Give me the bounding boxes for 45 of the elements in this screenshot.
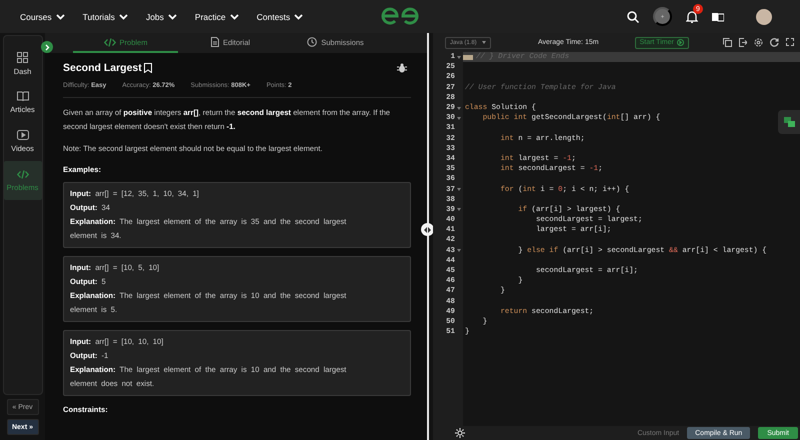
chevron-down-icon [294, 14, 304, 20]
grid-icon [17, 52, 28, 62]
bug-icon[interactable] [397, 63, 407, 73]
translate-icon[interactable] [712, 12, 724, 22]
fold-arrow-icon[interactable] [457, 249, 461, 252]
nav-menu-item[interactable]: Jobs [146, 12, 177, 22]
double-arrow-icon [424, 226, 431, 232]
settings-icon[interactable] [754, 38, 763, 47]
chat-icon [784, 117, 794, 127]
nav-menu-item[interactable]: Courses [20, 12, 65, 22]
expand-icon[interactable] [786, 38, 794, 46]
chevron-right-icon [44, 44, 50, 50]
bell-icon[interactable] [686, 10, 698, 23]
problem-title: Second Largest [63, 62, 142, 74]
chevron-down-icon [56, 14, 65, 20]
exit-icon[interactable] [739, 38, 747, 47]
sun-icon[interactable] [455, 428, 465, 438]
code-icon [16, 170, 28, 178]
book-icon [16, 91, 28, 101]
copy-icon[interactable] [723, 38, 732, 47]
play-icon [676, 39, 684, 46]
avatar-placeholder[interactable] [756, 8, 772, 24]
chevron-down-icon [168, 14, 177, 20]
fold-arrow-icon[interactable] [457, 208, 461, 212]
refresh-icon[interactable] [770, 38, 779, 47]
chevron-down-icon [230, 14, 239, 20]
fold-arrow-icon[interactable] [457, 106, 461, 110]
nav-menu-item[interactable]: Tutorials [82, 12, 128, 22]
code-icon [104, 38, 116, 46]
video-icon [16, 130, 28, 140]
bookmark-icon[interactable] [144, 63, 152, 73]
clock-icon [307, 37, 318, 47]
fold-arrow-icon[interactable] [457, 188, 461, 192]
fold-arrow-icon[interactable] [457, 56, 461, 59]
search-icon[interactable] [627, 10, 639, 22]
logo-icon[interactable] [381, 7, 419, 25]
fold-arrow-icon[interactable] [457, 116, 461, 120]
theme-toggle-button[interactable] [653, 7, 672, 26]
nav-menu-item[interactable]: Contests [256, 12, 304, 22]
document-icon [210, 37, 219, 47]
nav-menu-item[interactable]: Practice [194, 12, 239, 22]
chat-button[interactable] [778, 110, 800, 134]
chevron-down-icon [118, 14, 128, 20]
caret-icon [482, 41, 486, 44]
fold-marker-icon[interactable] [463, 54, 473, 60]
